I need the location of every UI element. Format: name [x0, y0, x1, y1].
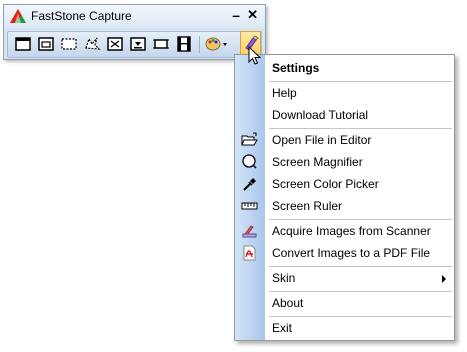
capture-window-object-icon[interactable] [37, 36, 55, 52]
capture-freehand-region-icon[interactable] [83, 36, 101, 52]
menu-item-label: Screen Color Picker [272, 177, 379, 191]
menu-item-exit[interactable]: Exit [235, 317, 454, 339]
menu-item-download-tutorial[interactable]: Download Tutorial [235, 104, 454, 126]
menu-item-settings[interactable]: Settings [235, 57, 454, 79]
window-title: FastStone Capture [31, 9, 132, 23]
capture-fixed-region-icon[interactable] [152, 36, 170, 52]
mouse-pointer-icon [248, 45, 262, 66]
menu-item-label: Download Tutorial [272, 108, 369, 122]
capture-active-window-icon[interactable] [14, 36, 32, 52]
menu-item-label: Settings [272, 61, 320, 75]
menu-item-skin[interactable]: Skin [235, 267, 454, 289]
menu-item-help[interactable]: Help [235, 82, 454, 104]
menu-item-screen-magnifier[interactable]: Screen Magnifier [235, 151, 454, 173]
pdf-icon [241, 245, 258, 261]
menu-item-label: Skin [272, 271, 296, 285]
capture-full-screen-icon[interactable] [106, 36, 124, 52]
menu-item-label: About [272, 296, 304, 310]
minimize-button[interactable]: – [232, 8, 240, 22]
ruler-icon [241, 198, 258, 214]
menu-item-label: Screen Magnifier [272, 155, 363, 169]
menu-item-convert-images-to-pdf[interactable]: Convert Images to a PDF File [235, 242, 454, 264]
menu-item-open-file-in-editor[interactable]: Open File in Editor [235, 129, 454, 151]
menu-item-about[interactable]: About [235, 292, 454, 314]
submenu-arrow-icon [442, 275, 446, 283]
close-button[interactable]: ✕ [247, 8, 258, 22]
capture-rectangular-region-icon[interactable] [60, 36, 78, 52]
menu-item-screen-ruler[interactable]: Screen Ruler [235, 195, 454, 217]
menu-item-label: Help [272, 86, 297, 100]
screen-recorder-icon[interactable] [175, 36, 193, 52]
capture-toolbar [7, 31, 262, 58]
magnifier-icon [241, 154, 258, 170]
menu-item-acquire-images-from-scanner[interactable]: Acquire Images from Scanner [235, 220, 454, 242]
scanner-icon [241, 223, 258, 239]
capture-toolbar-window: FastStone Capture – ✕ [3, 4, 266, 60]
settings-menu: Settings Help Download Tutorial Open Fil… [234, 54, 455, 341]
open-folder-icon [241, 132, 258, 148]
menu-item-label: Convert Images to a PDF File [272, 246, 431, 260]
menu-item-label: Open File in Editor [272, 133, 372, 147]
eyedropper-icon [241, 176, 258, 192]
output-palette-icon[interactable] [204, 36, 230, 52]
title-bar[interactable]: FastStone Capture – ✕ [4, 5, 265, 28]
menu-item-label: Exit [272, 321, 293, 335]
capture-scrolling-window-icon[interactable] [129, 36, 147, 52]
menu-item-label: Screen Ruler [272, 199, 343, 213]
toolbar-divider [199, 36, 200, 53]
faststone-logo-icon [10, 9, 26, 23]
menu-item-label: Acquire Images from Scanner [272, 224, 431, 238]
menu-item-screen-color-picker[interactable]: Screen Color Picker [235, 173, 454, 195]
